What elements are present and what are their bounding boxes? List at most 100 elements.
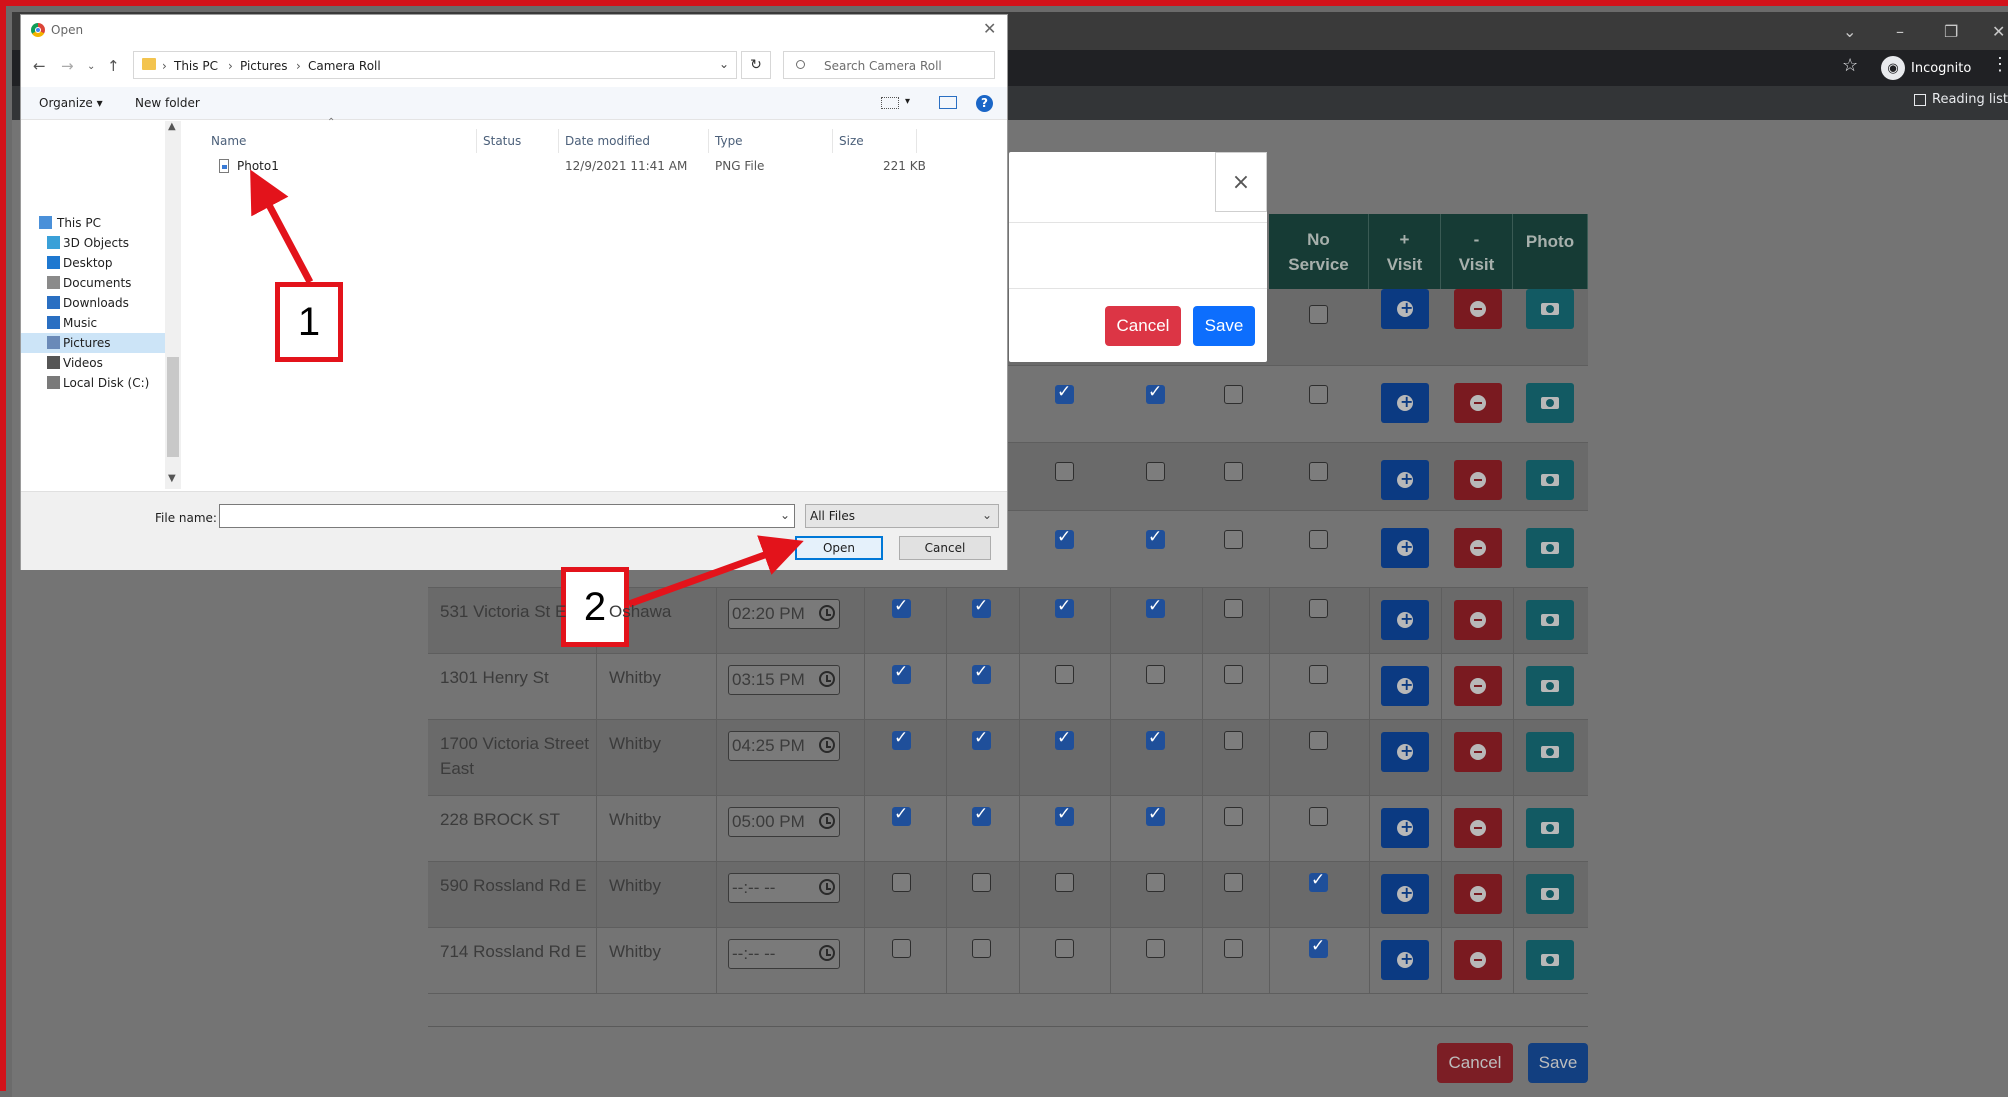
nav-item-3d-objects[interactable]: 3D Objects [21,233,165,253]
back-arrow-icon[interactable]: ← [33,57,46,75]
remove-visit-button[interactable] [1454,600,1502,640]
file-name-input[interactable]: ⌄ [219,504,795,528]
modal-cancel-button[interactable]: Cancel [1105,306,1181,346]
remove-visit-button[interactable] [1454,383,1502,423]
row-checkbox[interactable] [1146,596,1165,618]
row-checkbox[interactable] [972,873,991,892]
row-checkbox[interactable] [1146,665,1165,684]
up-arrow-icon[interactable]: ↑ [107,57,120,75]
column-name[interactable]: Name [205,129,477,153]
row-checkbox[interactable] [1055,527,1074,549]
row-checkbox[interactable] [1309,936,1328,958]
time-input[interactable]: 03:15 PM [728,665,840,695]
remove-visit-button[interactable] [1454,940,1502,980]
remove-visit-button[interactable] [1454,874,1502,914]
add-visit-button[interactable] [1381,732,1429,772]
row-checkbox[interactable] [1309,731,1328,750]
row-checkbox[interactable] [892,873,911,892]
row-checkbox[interactable] [1055,596,1074,618]
row-checkbox[interactable] [1224,599,1243,618]
row-checkbox[interactable] [1055,462,1074,481]
forward-arrow-icon[interactable]: → [61,57,74,75]
row-checkbox[interactable] [1146,728,1165,750]
add-visit-button[interactable] [1381,600,1429,640]
remove-visit-button[interactable] [1454,289,1502,329]
row-checkbox[interactable] [892,662,911,684]
add-visit-button[interactable] [1381,383,1429,423]
row-checkbox[interactable] [1224,385,1243,404]
time-input[interactable]: 02:20 PM [728,599,840,629]
nav-item-downloads[interactable]: Downloads [21,293,165,313]
row-checkbox[interactable] [892,939,911,958]
reading-list-button[interactable]: Reading list [1914,92,2008,107]
photo-button[interactable] [1526,528,1574,568]
refresh-button[interactable]: ↻ [741,51,771,79]
row-checkbox[interactable] [1146,527,1165,549]
modal-close-button[interactable]: × [1215,152,1267,212]
nav-item-documents[interactable]: Documents [21,273,165,293]
breadcrumb-item[interactable]: This PC [174,59,218,73]
row-checkbox[interactable] [1055,804,1074,826]
row-checkbox[interactable] [1146,804,1165,826]
row-checkbox[interactable] [972,804,991,826]
photo-button[interactable] [1526,666,1574,706]
row-checkbox[interactable] [1146,462,1165,481]
page-save-button[interactable]: Save [1528,1043,1588,1083]
scroll-up-icon[interactable]: ▲ [168,121,176,132]
chevron-down-icon[interactable]: ⌄ [780,508,790,522]
time-input[interactable]: --:-- -- [728,939,840,969]
photo-button[interactable] [1526,600,1574,640]
modal-save-button[interactable]: Save [1193,306,1255,346]
row-checkbox[interactable] [1146,873,1165,892]
row-checkbox[interactable] [1055,873,1074,892]
tab-search-icon[interactable]: ⌄ [1843,22,1856,41]
close-icon[interactable]: ✕ [1992,22,2005,41]
photo-button[interactable] [1526,732,1574,772]
photo-button[interactable] [1526,808,1574,848]
row-checkbox[interactable] [892,728,911,750]
column-size[interactable]: Size [833,129,917,153]
remove-visit-button[interactable] [1454,732,1502,772]
column-date[interactable]: Date modified [559,129,709,153]
nav-item-music[interactable]: Music [21,313,165,333]
dialog-cancel-button[interactable]: Cancel [899,536,991,560]
time-input[interactable]: --:-- -- [728,873,840,903]
clock-icon[interactable] [819,879,835,895]
view-dropdown-icon[interactable]: ▾ [905,96,910,107]
row-checkbox[interactable] [1055,665,1074,684]
clock-icon[interactable] [819,671,835,687]
row-checkbox[interactable] [1055,382,1074,404]
row-checkbox[interactable] [972,728,991,750]
add-visit-button[interactable] [1381,460,1429,500]
photo-button[interactable] [1526,874,1574,914]
row-checkbox[interactable] [1146,382,1165,404]
nav-item-videos[interactable]: Videos [21,353,165,373]
clock-icon[interactable] [819,813,835,829]
clock-icon[interactable] [819,605,835,621]
photo-button[interactable] [1526,383,1574,423]
row-checkbox[interactable] [1309,305,1328,324]
breadcrumb-item[interactable]: Camera Roll [308,59,381,73]
scroll-down-icon[interactable]: ▼ [168,473,176,484]
incognito-indicator[interactable]: ◉ Incognito [1881,54,1971,82]
row-checkbox[interactable] [1224,665,1243,684]
file-type-select[interactable]: All Files ⌄ [805,504,999,528]
restore-icon[interactable]: ❐ [1944,22,1958,41]
nav-item-pictures[interactable]: Pictures [21,333,165,353]
photo-button[interactable] [1526,940,1574,980]
bookmark-star-icon[interactable]: ☆ [1842,55,1858,76]
nav-scrollbar[interactable]: ▲ ▼ [165,121,181,489]
row-checkbox[interactable] [1146,939,1165,958]
organize-button[interactable]: Organize ▾ [39,96,103,110]
photo-button[interactable] [1526,289,1574,329]
remove-visit-button[interactable] [1454,666,1502,706]
row-checkbox[interactable] [1309,599,1328,618]
row-checkbox[interactable] [1055,728,1074,750]
row-checkbox[interactable] [1309,385,1328,404]
clock-icon[interactable] [819,945,835,961]
row-checkbox[interactable] [1224,873,1243,892]
row-checkbox[interactable] [1055,939,1074,958]
page-cancel-button[interactable]: Cancel [1437,1043,1513,1083]
column-status[interactable]: Status [477,129,559,153]
row-checkbox[interactable] [892,596,911,618]
